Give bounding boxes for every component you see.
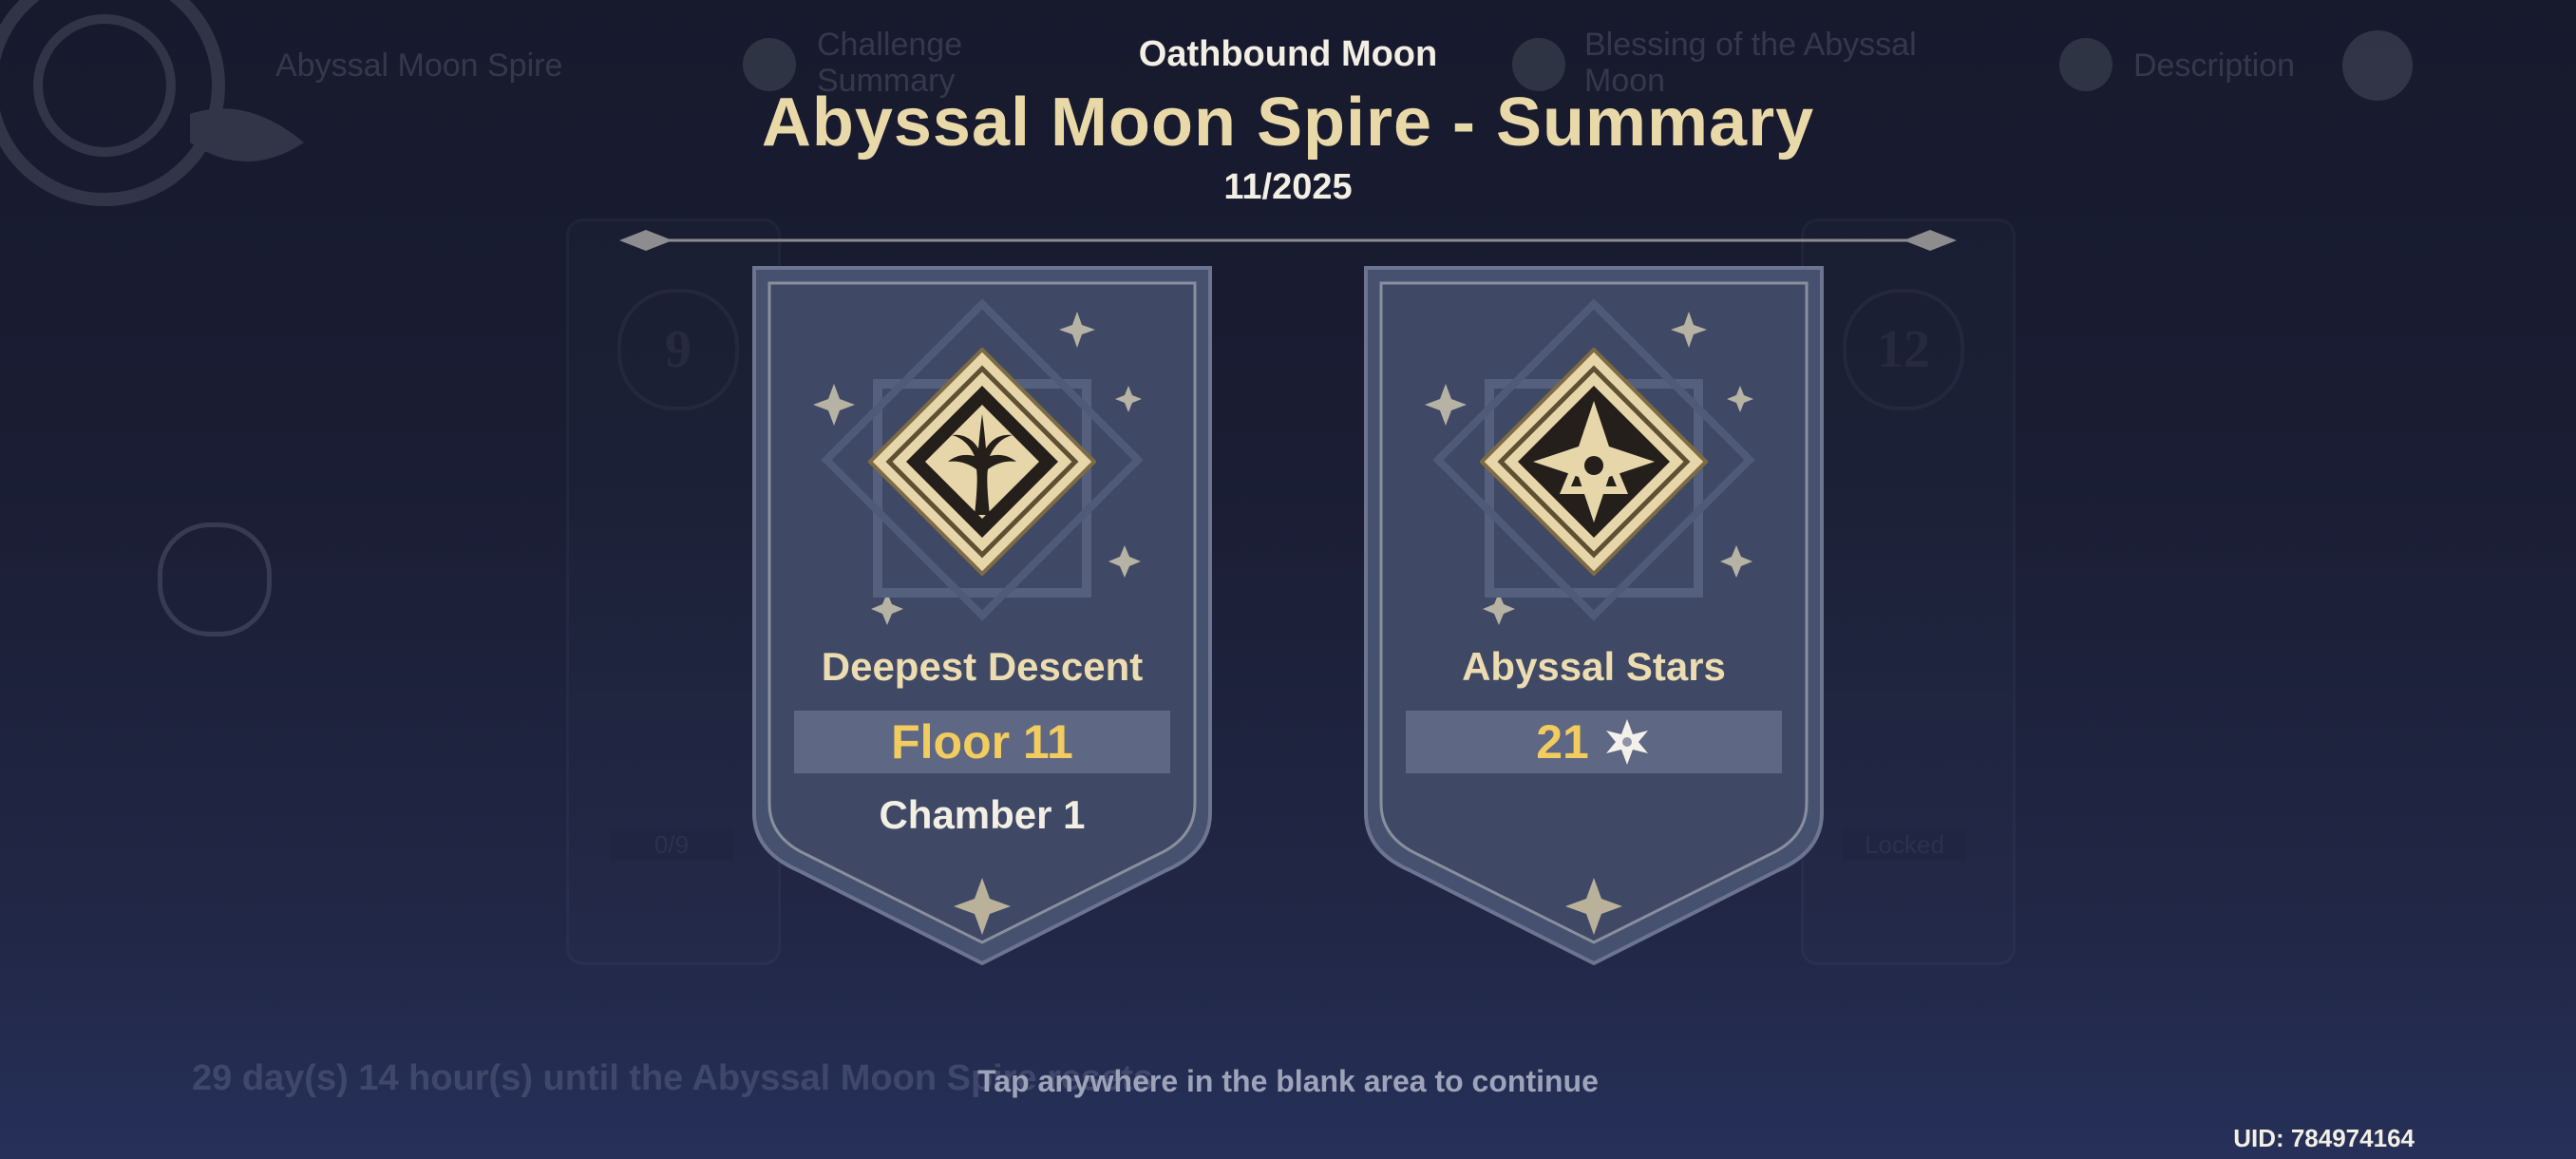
star-emblem-icon [1480,348,1708,576]
previous-arrow-icon[interactable] [158,522,272,636]
ghost-status-right: Locked [1843,828,1966,861]
player-uid: UID: 784974164 [2233,1124,2415,1152]
ghost-progress-left: 0/9 [610,828,733,861]
abyssal-stars-card: Abyssal Stars 21 [1360,262,1828,965]
continue-tip: Tap anywhere in the blank area to contin… [977,1064,1599,1098]
abyssal-stars-label: Abyssal Stars [1462,644,1726,689]
summary-date: 11/2025 [1223,167,1353,207]
deepest-descent-floor: Floor 11 [891,715,1073,769]
ghost-floor-number-left: 9 [617,289,739,410]
abyssal-star-icon [1605,719,1648,765]
header-divider [619,230,1957,251]
deepest-descent-card: Deepest Descent Floor 11 Chamber 1 [748,262,1216,965]
page-title: Abyssal Moon Spire - Summary [761,85,1815,161]
tree-emblem-icon [868,348,1096,576]
abyssal-stars-count: 21 [1536,715,1589,769]
deepest-descent-value-bar: Floor 11 [794,711,1170,773]
ghost-floor-number-right: 12 [1843,289,1964,410]
deepest-descent-label: Deepest Descent [821,644,1144,689]
event-subtitle: Oathbound Moon [1138,34,1438,74]
deepest-descent-chamber: Chamber 1 [879,792,1086,837]
abyssal-stars-value-bar: 21 [1406,711,1782,773]
